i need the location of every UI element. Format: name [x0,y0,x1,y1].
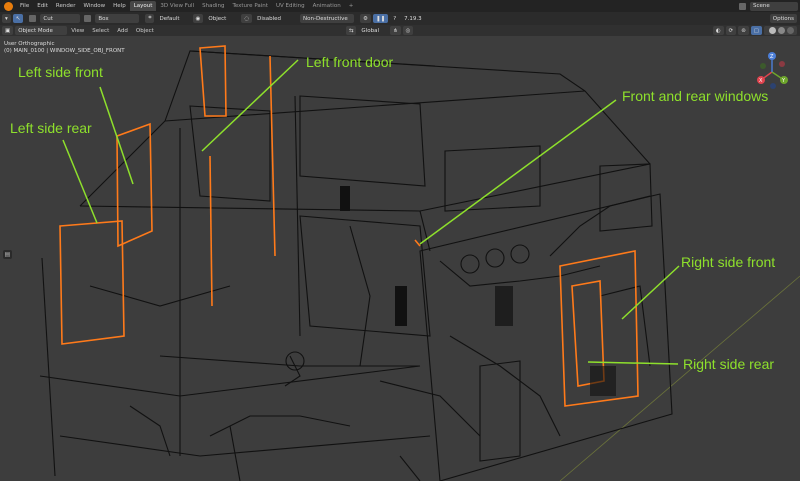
3d-viewport[interactable]: User Orthographic (0) MAIN_0100 | WINDOW… [0,36,800,481]
tab-uv-editing[interactable]: UV Editing [272,1,309,11]
overlays-icon[interactable]: ⊚ [738,26,749,35]
object-dropdown[interactable]: Object [205,14,229,23]
menu-select[interactable]: Select [88,28,113,34]
cut-dropdown[interactable]: Cut [40,14,81,23]
viewport-info: User Orthographic (0) MAIN_0100 | WINDOW… [4,41,125,55]
non-destructive-dropdown[interactable]: Non-Destructive [300,14,355,23]
tool-mode-dropdown[interactable]: ▾ [2,14,11,23]
add-workspace-button[interactable]: + [345,1,358,11]
shading-solid-icon[interactable] [769,27,776,34]
shading-rendered-icon[interactable] [787,27,794,34]
callout-right-side-rear: Right side rear [683,356,775,372]
visibility-icon[interactable]: ◐ [712,26,724,35]
tab-animation[interactable]: Animation [309,1,345,11]
shading-wireframe-icon[interactable] [764,26,797,35]
disabled-dropdown[interactable]: Disabled [254,14,284,23]
snap-magnet-icon[interactable]: ⋔ [389,26,401,35]
tool-settings-bar: ▾ ↖ Cut Box ⌗ Default ◉ Object ◌ Disable… [0,12,800,25]
gizmo-x-label: X [759,78,763,84]
menu-view[interactable]: View [67,28,88,34]
menu-file[interactable]: File [16,3,33,9]
gizmo-toggle-icon[interactable]: ⟳ [725,26,737,35]
pivot-icon[interactable]: ◉ [192,14,204,23]
menu-add[interactable]: Add [113,28,132,34]
object-mode-dropdown[interactable]: Object Mode [15,26,68,35]
tab-texture-paint[interactable]: Texture Paint [228,1,272,11]
settings-gear-icon[interactable]: ⚙ [360,14,371,23]
scene-selector[interactable]: Scene [750,1,798,11]
tab-3d-view-full[interactable]: 3D View Full [156,1,198,11]
menu-render[interactable]: Render [52,3,80,9]
default-dropdown[interactable]: Default [156,14,182,23]
blender-logo-icon[interactable] [4,1,13,11]
menu-window[interactable]: Window [79,3,109,9]
viewport-header: ▣ Object Mode View Select Add Object ⇆ G… [0,25,800,36]
top-menu-bar: File Edit Render Window Help Layout 3D V… [0,0,800,12]
version-label: 7.19.3 [404,15,422,22]
tab-shading[interactable]: Shading [198,1,228,11]
menu-edit[interactable]: Edit [33,3,52,9]
cut-icon [29,15,37,22]
active-object-info: (0) MAIN_0100 | WINDOW_SIDE_OBJ_FRONT [4,48,125,54]
callout-front-rear-windows: Front and rear windows [622,88,769,104]
callout-left-side-rear: Left side rear [10,120,92,136]
callout-left-side-front: Left side front [18,64,103,80]
proportional-icon[interactable]: ◌ [241,14,253,23]
view-name: User Orthographic [4,41,55,47]
callout-left-front-door: Left front door [306,54,394,70]
sidebar-toggle-icon[interactable]: ▤ [3,250,12,259]
help-icon[interactable]: ? [390,14,399,23]
gizmo-z-label: Z [770,54,774,60]
tab-layout[interactable]: Layout [129,1,157,11]
callout-right-side-front: Right side front [681,254,776,270]
menu-help[interactable]: Help [109,3,130,9]
editor-type-icon[interactable]: ▣ [2,26,14,35]
scene-icon [739,2,746,10]
navigation-gizmo[interactable]: X Y Z [752,50,792,90]
snap-icon[interactable]: ⌗ [145,14,155,23]
global-dropdown[interactable]: Global [358,26,382,35]
box-dropdown[interactable]: Box [95,14,140,23]
xray-icon[interactable]: ▢ [750,26,762,35]
pause-icon[interactable]: ❚❚ [372,14,389,23]
select-tool-icon[interactable]: ↖ [12,14,24,23]
menu-object[interactable]: Object [132,28,158,34]
options-dropdown[interactable]: Options [769,14,797,23]
box-icon [84,15,92,22]
shading-material-icon[interactable] [778,27,785,34]
transform-orientation-icon[interactable]: ⇆ [345,26,357,35]
proportional-edit-icon[interactable]: ◎ [402,26,414,35]
